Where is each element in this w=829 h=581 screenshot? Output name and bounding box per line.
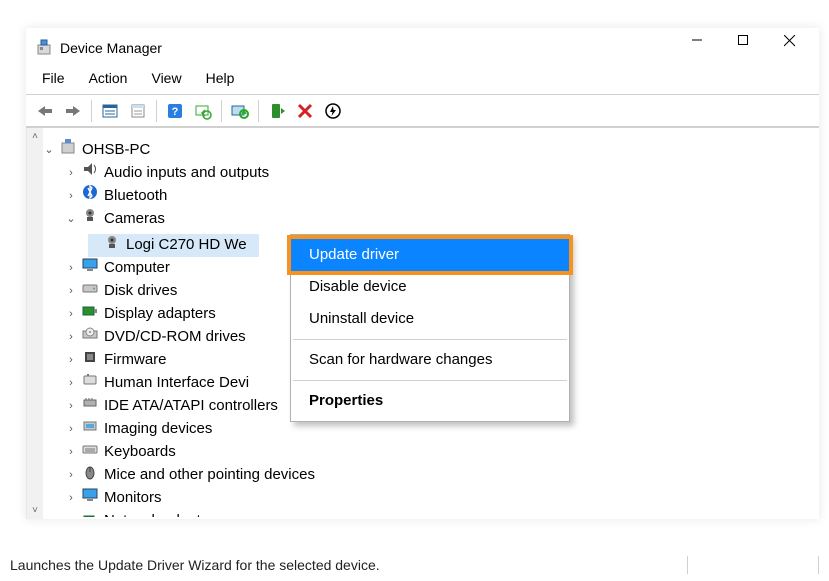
- statusbar: Launches the Update Driver Wizard for th…: [0, 549, 829, 581]
- tree-node-audio[interactable]: › Audio inputs and outputs: [32, 161, 813, 184]
- computer-icon: [60, 138, 76, 161]
- chevron-right-icon: ›: [66, 349, 76, 371]
- chevron-down-icon: ⌄: [66, 208, 76, 230]
- window-title: Device Manager: [60, 40, 162, 56]
- chevron-right-icon: ›: [66, 185, 76, 207]
- tree-node-bluetooth[interactable]: › Bluetooth: [32, 184, 813, 207]
- chevron-right-icon: ›: [66, 441, 76, 463]
- chevron-right-icon: ›: [66, 303, 76, 325]
- chevron-right-icon: ›: [66, 162, 76, 184]
- titlebar: Device Manager: [26, 28, 819, 68]
- menu-view[interactable]: View: [147, 68, 185, 88]
- disk-icon: [82, 280, 98, 303]
- ctx-separator: [293, 339, 567, 340]
- cd-icon: [82, 326, 98, 349]
- display-adapter-icon: [82, 303, 98, 326]
- status-text: Launches the Update Driver Wizard for th…: [10, 557, 380, 573]
- ctx-scan-hardware[interactable]: Scan for hardware changes: [291, 344, 569, 376]
- firmware-icon: [82, 349, 98, 372]
- tree-root-label: OHSB-PC: [82, 139, 150, 161]
- disable-device-button[interactable]: [320, 98, 346, 124]
- ctx-update-driver[interactable]: Update driver: [291, 239, 569, 271]
- bluetooth-icon: [82, 184, 98, 207]
- menu-action[interactable]: Action: [85, 68, 132, 88]
- tree-node-cameras[interactable]: ⌄ Cameras: [32, 207, 813, 230]
- tree-node-monitors[interactable]: › Monitors: [32, 487, 813, 510]
- context-menu: Update driver Disable device Uninstall d…: [290, 234, 570, 422]
- tree-node-mice[interactable]: › Mice and other pointing devices: [32, 464, 813, 487]
- ctx-properties[interactable]: Properties: [291, 385, 569, 417]
- properties-button[interactable]: [125, 98, 151, 124]
- app-icon: [36, 39, 60, 58]
- help-button[interactable]: ?: [162, 98, 188, 124]
- menubar: File Action View Help: [26, 68, 819, 94]
- scan-hardware-button[interactable]: [190, 98, 216, 124]
- svg-text:?: ?: [172, 106, 179, 118]
- hid-icon: [82, 372, 98, 395]
- camera-icon: [82, 207, 98, 230]
- device-tree: ⌄ OHSB-PC › Audio inputs and outputs › B…: [32, 134, 813, 517]
- ide-icon: [82, 395, 98, 418]
- chevron-right-icon: ›: [66, 372, 76, 394]
- enable-device-button[interactable]: [264, 98, 290, 124]
- chevron-down-icon: ⌄: [44, 139, 54, 161]
- network-icon: [82, 510, 98, 518]
- mouse-icon: [82, 464, 98, 487]
- keyboard-icon: [82, 441, 98, 464]
- update-driver-button[interactable]: [227, 98, 253, 124]
- tree-root[interactable]: ⌄ OHSB-PC: [32, 138, 813, 161]
- imaging-icon: [82, 418, 98, 441]
- chevron-right-icon: ›: [66, 464, 76, 486]
- menu-file[interactable]: File: [38, 68, 69, 88]
- chevron-right-icon: ›: [66, 487, 76, 509]
- audio-icon: [82, 161, 98, 184]
- monitor-icon: [82, 257, 98, 280]
- menu-help[interactable]: Help: [202, 68, 239, 88]
- app-window: Device Manager File Action View Help ?: [26, 28, 819, 519]
- forward-button[interactable]: [60, 98, 86, 124]
- close-button[interactable]: [773, 28, 819, 58]
- ctx-uninstall-device[interactable]: Uninstall device: [291, 303, 569, 335]
- ctx-disable-device[interactable]: Disable device: [291, 271, 569, 303]
- chevron-right-icon: ›: [66, 257, 76, 279]
- uninstall-device-button[interactable]: [292, 98, 318, 124]
- chevron-right-icon: ›: [66, 326, 76, 348]
- camera-icon: [104, 234, 120, 257]
- ctx-separator: [293, 380, 567, 381]
- back-button[interactable]: [32, 98, 58, 124]
- monitor-icon: [82, 487, 98, 510]
- maximize-button[interactable]: [727, 28, 773, 58]
- chevron-right-icon: ›: [66, 280, 76, 302]
- chevron-down-icon: ⌄: [66, 510, 76, 517]
- chevron-right-icon: ›: [66, 395, 76, 417]
- tree-leaf-logi-c270[interactable]: Logi C270 HD We Update driver Disable de…: [32, 230, 813, 257]
- toolbar: ?: [26, 94, 819, 127]
- show-hide-tree-button[interactable]: [97, 98, 123, 124]
- tree-node-keyboards[interactable]: › Keyboards: [32, 441, 813, 464]
- chevron-right-icon: ›: [66, 418, 76, 440]
- minimize-button[interactable]: [681, 28, 727, 58]
- tree-node-network[interactable]: ⌄ Network adapters: [32, 510, 813, 518]
